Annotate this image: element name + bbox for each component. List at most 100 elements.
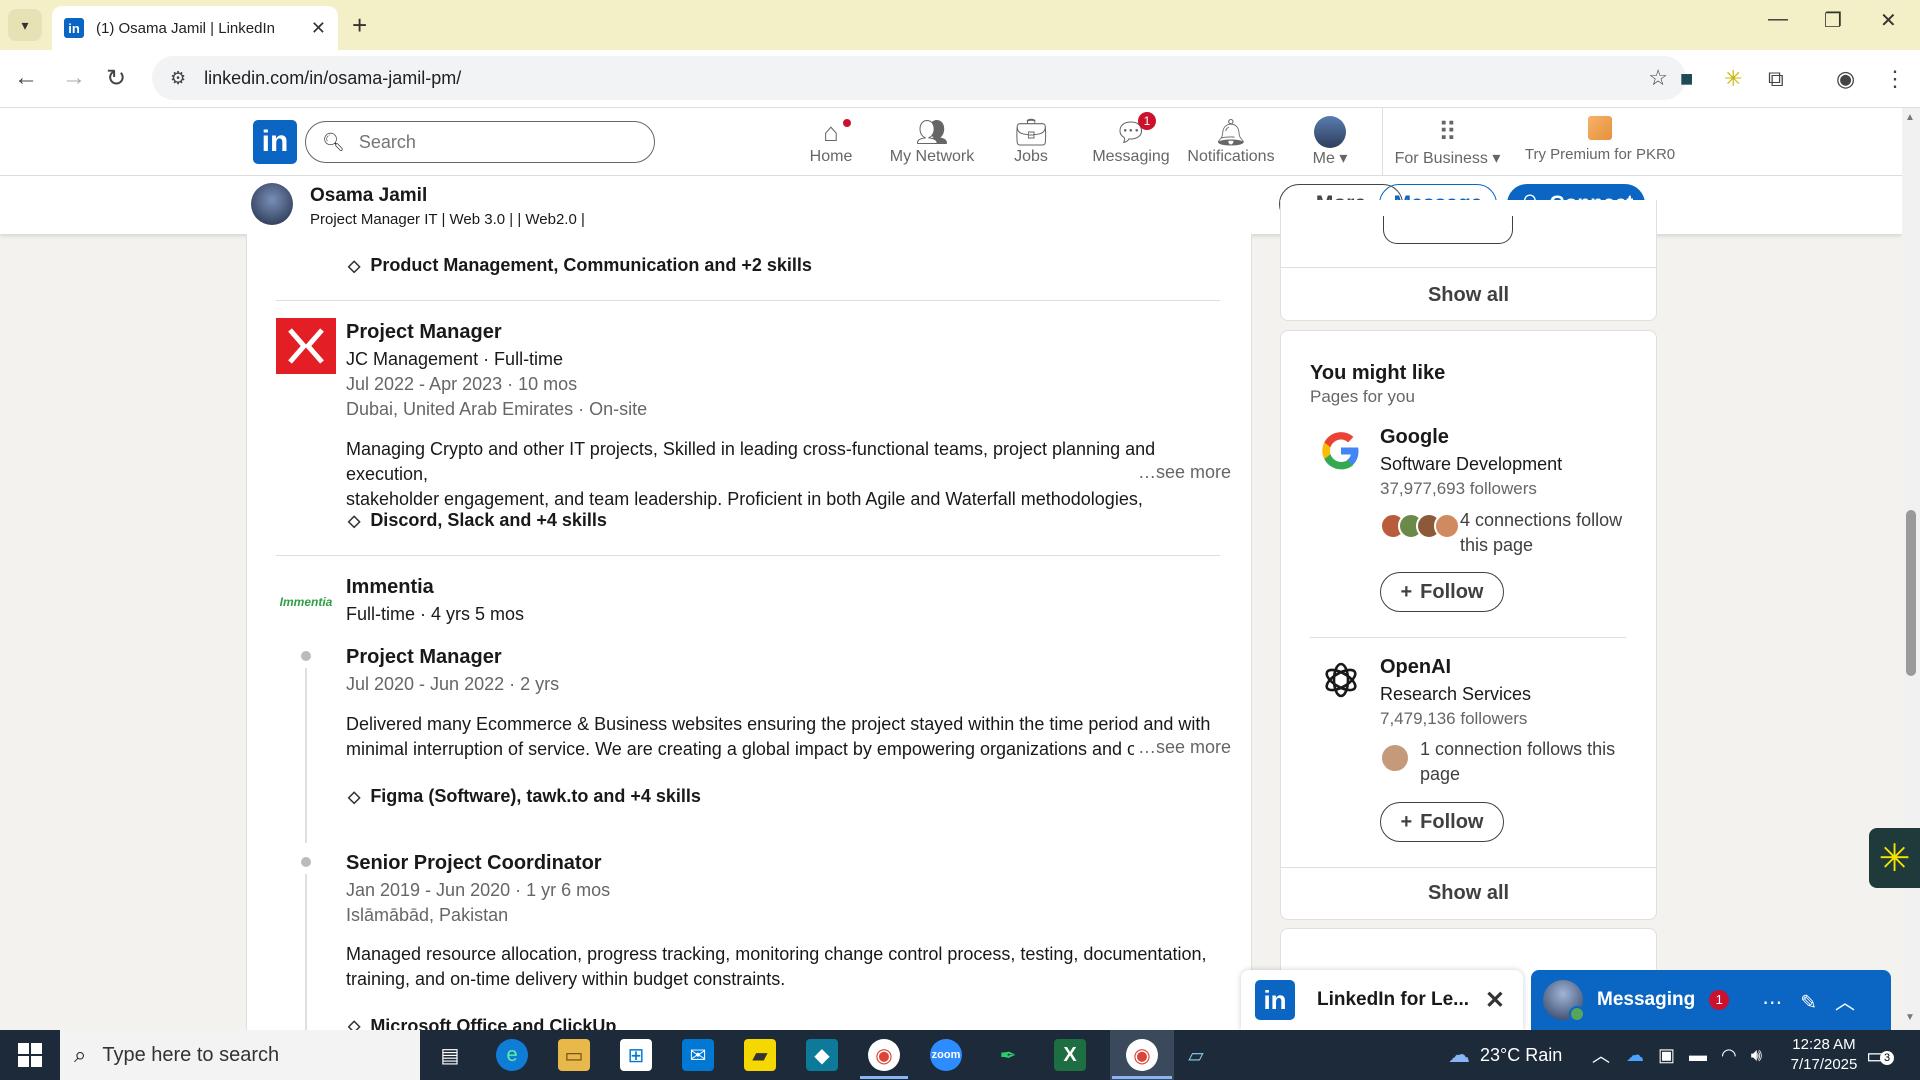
profile-headline: Project Manager IT | Web 3.0 | | Web2.0 … — [310, 211, 585, 228]
job-title[interactable]: Senior Project Coordinator — [346, 852, 602, 875]
taskbar-search[interactable]: ⌕ Type here to search — [60, 1030, 420, 1080]
forward-icon[interactable]: → — [62, 64, 86, 92]
divider — [276, 555, 1220, 556]
excel-icon[interactable]: X — [1054, 1039, 1086, 1071]
nav-for-business[interactable]: ⠿ For Business ▾ — [1390, 116, 1505, 168]
show-all-button[interactable]: Show all — [1281, 882, 1656, 905]
minimize-icon[interactable]: — — [1768, 8, 1788, 31]
window-close-icon[interactable]: ✕ — [1880, 8, 1897, 33]
page-connections: 1 connection follows this page — [1420, 739, 1616, 784]
url-text[interactable]: linkedin.com/in/osama-jamil-pm/ — [204, 68, 1648, 89]
volume-icon[interactable]: 🔊︎ — [1751, 1045, 1762, 1066]
weather-widget[interactable]: ☁ 23°C Rain — [1448, 1030, 1562, 1080]
profile-icon[interactable]: ◉ — [1836, 66, 1855, 92]
close-tab-icon[interactable]: ✕ — [311, 18, 326, 39]
skills-text: Product Management, Communication and +2… — [370, 255, 812, 275]
see-more-link[interactable]: …see more — [1134, 462, 1232, 483]
job-title[interactable]: Project Manager — [346, 646, 502, 669]
show-all-button[interactable]: Show all — [1281, 284, 1656, 307]
meet-icon[interactable]: ▣ — [1658, 1045, 1675, 1066]
skills-row[interactable]: ◇ Microsoft Office and ClickUp — [348, 1016, 616, 1030]
more-dots-icon[interactable]: ⋯ — [1762, 992, 1800, 1014]
windows-start-icon[interactable] — [18, 1043, 42, 1067]
job-description-line: Managing Crypto and other IT projects, S… — [346, 439, 1156, 484]
tab-search-button[interactable]: ▾ — [8, 9, 42, 41]
extension-star-icon[interactable]: ✳ — [1724, 66, 1742, 92]
restore-icon[interactable]: ❐ — [1824, 8, 1842, 33]
see-more-link[interactable]: …see more — [1134, 737, 1232, 758]
scroll-down-icon[interactable]: ▼ — [1905, 1012, 1915, 1023]
messaging-badge: 1 — [1138, 112, 1156, 130]
site-info-icon[interactable]: ⚙ — [170, 68, 186, 89]
app-notes-icon[interactable]: ▱ — [1180, 1039, 1212, 1071]
compose-icon[interactable]: ✎ — [1800, 992, 1835, 1014]
premium-icon — [1588, 116, 1612, 140]
back-icon[interactable]: ← — [14, 64, 38, 92]
weather-text: 23°C Rain — [1480, 1044, 1563, 1065]
follow-button[interactable]: + Follow — [1380, 572, 1504, 612]
linkedin-app-popup[interactable]: in LinkedIn for Le... ✕ — [1241, 970, 1523, 1030]
app-diamond-icon[interactable]: ◆ — [806, 1039, 838, 1071]
google-logo-icon[interactable] — [1318, 428, 1364, 474]
timeline-dot — [301, 857, 311, 867]
extension-folder-icon[interactable]: ■ — [1680, 66, 1693, 92]
extensions-puzzle-icon[interactable]: ⧉ — [1768, 66, 1784, 92]
profile-avatar[interactable] — [251, 183, 293, 225]
floating-extension-button[interactable]: ✳ — [1869, 828, 1920, 888]
chevron-up-icon[interactable]: ︿ — [1592, 1042, 1610, 1068]
battery-icon[interactable]: ▬ — [1689, 1045, 1707, 1066]
skills-row[interactable]: ◇ Discord, Slack and +4 skills — [348, 510, 607, 531]
bookmark-star-icon[interactable]: ☆ — [1648, 65, 1668, 91]
messaging-label: Messaging — [1597, 989, 1696, 1010]
mail-icon[interactable]: ✉ — [682, 1039, 714, 1071]
file-explorer-icon[interactable]: ▭ — [558, 1039, 590, 1071]
jc-management-logo[interactable] — [276, 318, 336, 374]
immentia-logo[interactable]: Immentia — [276, 574, 336, 630]
premium-link[interactable]: Try Premium for PKR0 — [1510, 116, 1690, 163]
nav-me[interactable]: Me ▾ — [1275, 116, 1385, 168]
page-name[interactable]: OpenAI — [1380, 656, 1451, 679]
skills-row[interactable]: ◇ Product Management, Communication and +… — [348, 255, 812, 276]
follow-button[interactable]: + Follow — [1380, 802, 1504, 842]
nav-jobs[interactable]: 💼︎ Jobs — [976, 116, 1086, 166]
store-icon[interactable]: ⊞ — [620, 1039, 652, 1071]
messaging-dock[interactable]: Messaging 1 ⋯✎︿ — [1531, 970, 1891, 1030]
page-name[interactable]: Google — [1380, 426, 1449, 449]
connection-avatar — [1434, 513, 1460, 539]
chrome-icon[interactable]: ◉ — [868, 1039, 900, 1071]
linkedin-logo-icon[interactable]: in — [253, 120, 297, 164]
company-name[interactable]: Immentia — [346, 576, 434, 599]
previous-sidebar-card: Show all — [1280, 200, 1657, 321]
chrome-icon[interactable]: ◉ — [1126, 1039, 1158, 1071]
edge-icon[interactable]: e — [496, 1039, 528, 1071]
notification-center-icon[interactable]: ▭ 3 — [1866, 1043, 1894, 1069]
task-view-icon[interactable]: ▤ — [434, 1039, 466, 1071]
close-icon[interactable]: ✕ — [1485, 986, 1505, 1015]
partial-button[interactable] — [1383, 216, 1513, 244]
scroll-up-icon[interactable]: ▲ — [1905, 112, 1915, 123]
browser-menu-icon[interactable]: ⋮ — [1884, 66, 1906, 92]
taskbar-clock[interactable]: 12:28 AM 7/17/2025 — [1774, 1035, 1874, 1075]
wifi-icon[interactable]: ◠ — [1721, 1045, 1737, 1066]
zoom-icon[interactable]: zoom — [930, 1039, 962, 1071]
nav-messaging[interactable]: 💬︎ 1 Messaging — [1076, 112, 1186, 166]
openai-logo-icon[interactable] — [1318, 657, 1364, 703]
app-pen-icon[interactable]: ✒ — [992, 1039, 1024, 1071]
reload-icon[interactable]: ↻ — [106, 64, 126, 93]
new-tab-icon[interactable]: + — [352, 10, 367, 41]
onedrive-icon[interactable]: ☁ — [1626, 1045, 1644, 1066]
job-title[interactable]: Project Manager — [346, 321, 502, 344]
search-input[interactable] — [358, 131, 619, 153]
skills-row[interactable]: ◇ Figma (Software), tawk.to and +4 skills — [348, 786, 701, 807]
sticky-notes-icon[interactable]: ▰ — [744, 1039, 776, 1071]
search-box[interactable]: 🔍︎ — [305, 121, 655, 163]
job-description-line: stakeholder engagement, and team leaders… — [346, 489, 1143, 509]
browser-tab-active[interactable]: in (1) Osama Jamil | LinkedIn ✕ — [52, 6, 338, 50]
nav-my-network[interactable]: 👥︎ My Network — [877, 116, 987, 166]
nav-home[interactable]: ⌂ Home — [776, 116, 886, 166]
timeline-line — [305, 668, 307, 843]
nav-notifications[interactable]: 🔔︎ Notifications — [1176, 116, 1286, 166]
chevron-up-icon[interactable]: ︿ — [1835, 992, 1873, 1014]
address-bar[interactable]: ⚙ linkedin.com/in/osama-jamil-pm/ ☆ — [152, 56, 1686, 100]
scrollbar-thumb[interactable] — [1906, 510, 1916, 676]
